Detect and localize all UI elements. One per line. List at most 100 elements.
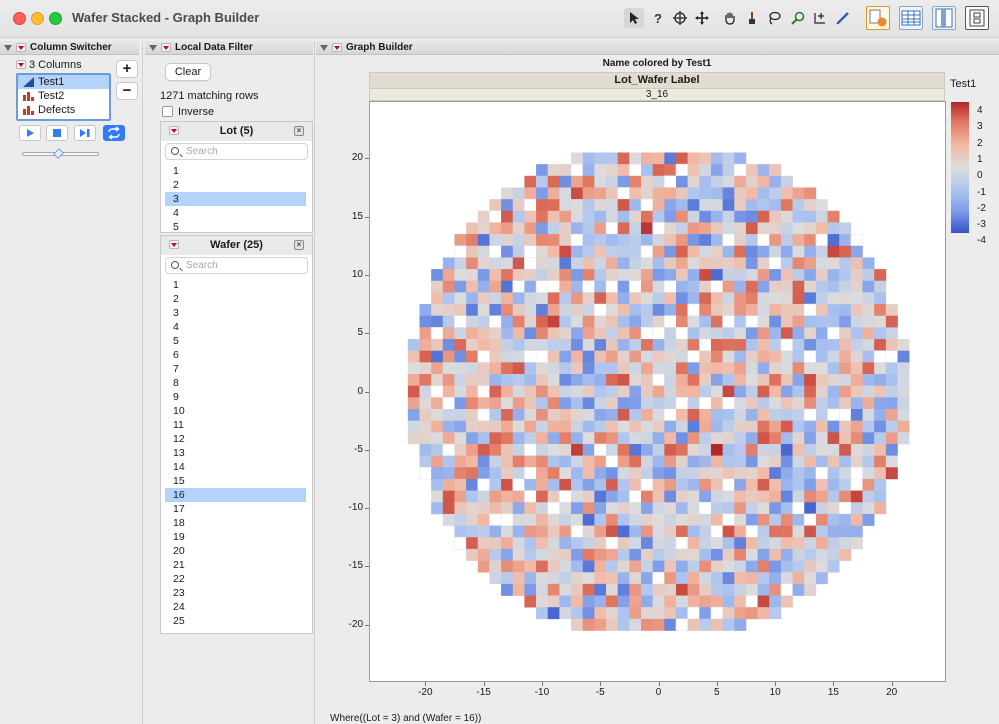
die-cell[interactable] (629, 607, 642, 620)
die-cell[interactable] (454, 397, 467, 410)
die-cell[interactable] (524, 280, 537, 293)
die-cell[interactable] (757, 164, 770, 177)
die-cell[interactable] (454, 525, 467, 538)
die-cell[interactable] (862, 502, 875, 515)
die-cell[interactable] (710, 467, 723, 480)
die-cell[interactable] (547, 583, 560, 596)
die-cell[interactable] (745, 210, 758, 223)
die-cell[interactable] (641, 420, 653, 433)
die-cell[interactable] (874, 292, 887, 305)
die-cell[interactable] (466, 374, 479, 386)
die-cell[interactable] (454, 362, 467, 375)
die-cell[interactable] (675, 222, 688, 235)
die-cell[interactable] (769, 175, 782, 188)
die-cell[interactable] (757, 420, 770, 433)
die-cell[interactable] (734, 187, 747, 200)
column-count-row[interactable]: 3 Columns (16, 59, 116, 72)
die-cell[interactable] (675, 257, 688, 270)
die-cell[interactable] (501, 350, 514, 363)
die-cell[interactable] (839, 374, 852, 386)
die-cell[interactable] (617, 537, 630, 550)
die-cell[interactable] (629, 245, 642, 258)
die-cell[interactable] (617, 210, 630, 223)
die-cell[interactable] (792, 222, 805, 235)
die-cell[interactable] (722, 443, 735, 456)
die-cell[interactable] (699, 467, 712, 480)
die-cell[interactable] (839, 432, 852, 445)
die-cell[interactable] (547, 490, 560, 503)
die-cell[interactable] (862, 443, 875, 456)
die-cell[interactable] (512, 222, 525, 235)
die-cell[interactable] (582, 222, 595, 235)
die-cell[interactable] (571, 385, 584, 398)
die-cell[interactable] (850, 350, 863, 363)
die-cell[interactable] (769, 478, 782, 491)
die-cell[interactable] (792, 420, 805, 433)
die-cell[interactable] (582, 327, 595, 340)
die-cell[interactable] (419, 362, 432, 375)
die-cell[interactable] (804, 560, 817, 573)
die-cell[interactable] (512, 210, 525, 223)
die-cell[interactable] (582, 280, 595, 294)
die-cell[interactable] (571, 199, 584, 212)
die-cell[interactable] (804, 478, 817, 491)
die-cell[interactable] (687, 327, 700, 340)
die-cell[interactable] (780, 490, 793, 503)
die-cell[interactable] (489, 362, 502, 375)
die-cell[interactable] (431, 269, 444, 282)
die-cell[interactable] (535, 280, 549, 294)
die-cell[interactable] (699, 257, 712, 270)
die-cell[interactable] (850, 362, 863, 375)
die-cell[interactable] (780, 502, 793, 515)
die-cell[interactable] (571, 537, 584, 550)
die-cell[interactable] (617, 607, 630, 620)
die-cell[interactable] (536, 234, 549, 247)
die-cell[interactable] (769, 537, 782, 550)
die-cell[interactable] (664, 490, 677, 503)
die-cell[interactable] (629, 385, 642, 398)
die-cell[interactable] (687, 257, 700, 270)
die-cell[interactable] (734, 502, 747, 515)
die-cell[interactable] (501, 443, 514, 456)
die-cell[interactable] (547, 234, 560, 247)
die-cell[interactable] (675, 385, 688, 398)
die-cell[interactable] (477, 210, 490, 223)
die-cell[interactable] (536, 269, 549, 282)
die-cell[interactable] (536, 210, 549, 223)
die-cell[interactable] (769, 362, 782, 375)
die-cell[interactable] (524, 455, 537, 468)
die-cell[interactable] (687, 175, 700, 188)
die-cell[interactable] (699, 548, 712, 561)
die-cell[interactable] (664, 315, 677, 328)
die-cell[interactable] (734, 222, 747, 235)
die-cell[interactable] (792, 478, 805, 491)
die-cell[interactable] (664, 548, 677, 561)
die-cell[interactable] (454, 315, 467, 328)
die-cell[interactable] (582, 374, 595, 386)
die-cell[interactable] (757, 455, 770, 468)
die-cell[interactable] (477, 385, 491, 398)
die-cell[interactable] (792, 397, 805, 410)
die-cell[interactable] (792, 548, 805, 561)
die-cell[interactable] (419, 315, 432, 328)
die-cell[interactable] (571, 455, 584, 468)
die-cell[interactable] (734, 548, 747, 561)
die-cell[interactable] (664, 362, 677, 375)
die-cell[interactable] (582, 199, 595, 212)
die-cell[interactable] (571, 152, 584, 165)
die-cell[interactable] (652, 292, 665, 305)
die-cell[interactable] (524, 210, 537, 223)
die-cell[interactable] (477, 502, 490, 515)
die-cell[interactable] (664, 607, 677, 620)
die-cell[interactable] (652, 490, 665, 503)
die-cell[interactable] (757, 304, 770, 317)
die-cell[interactable] (477, 420, 490, 433)
die-cell[interactable] (710, 606, 724, 620)
die-cell[interactable] (839, 257, 852, 270)
die-cell[interactable] (734, 397, 747, 410)
die-cell[interactable] (571, 408, 584, 421)
die-cell[interactable] (524, 513, 537, 526)
die-cell[interactable] (454, 455, 467, 468)
die-cell[interactable] (617, 187, 630, 200)
die-cell[interactable] (489, 467, 502, 480)
